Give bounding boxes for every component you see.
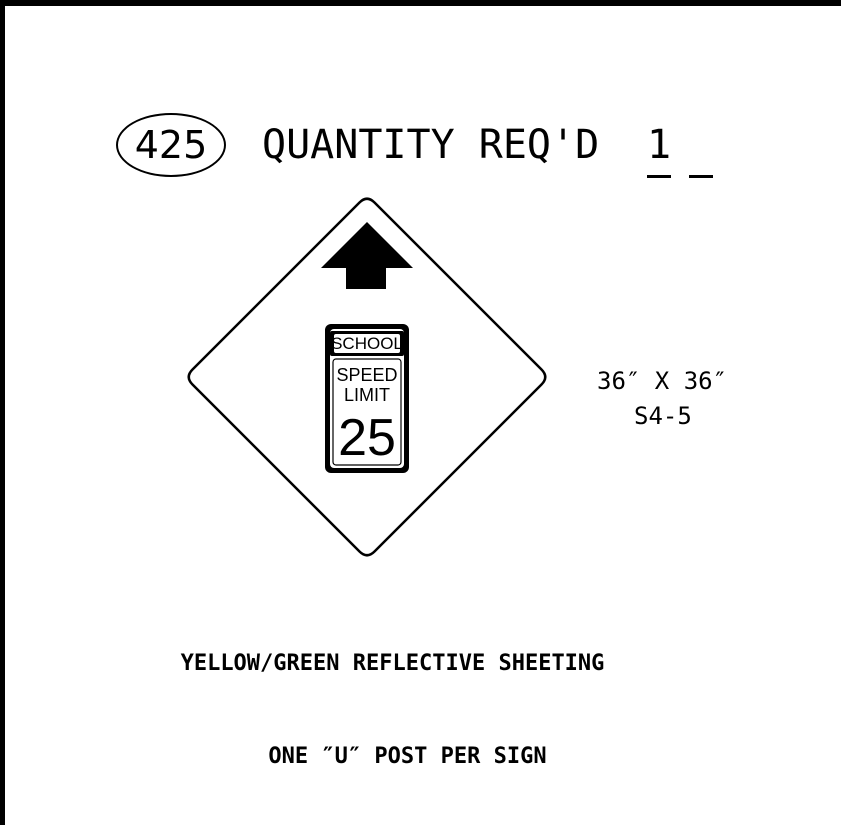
school-text: SCHOOL [331, 334, 403, 353]
sign-code-label: S4-5 [634, 402, 692, 430]
quantity-blank-line [647, 175, 671, 178]
frame-left-border [0, 0, 5, 825]
limit-text: LIMIT [344, 385, 390, 405]
sheeting-note: YELLOW/GREEN REFLECTIVE SHEETING [180, 651, 605, 676]
frame-top-border [0, 0, 841, 6]
speed-text: SPEED [336, 365, 397, 385]
sign-size-label: 36″ X 36″ [597, 367, 728, 395]
quantity-blank-line [689, 175, 713, 178]
item-number: 425 [134, 123, 208, 167]
school-speed-sign-drawing: SCHOOL SPEED LIMIT 25 [187, 197, 547, 557]
item-number-oval: 425 [116, 113, 226, 177]
post-note: ONE ″U″ POST PER SIGN [268, 744, 547, 769]
speed-value-text: 25 [338, 409, 396, 467]
quantity-label: QUANTITY REQ'D [262, 122, 600, 168]
quantity-value: 1 [646, 122, 672, 168]
